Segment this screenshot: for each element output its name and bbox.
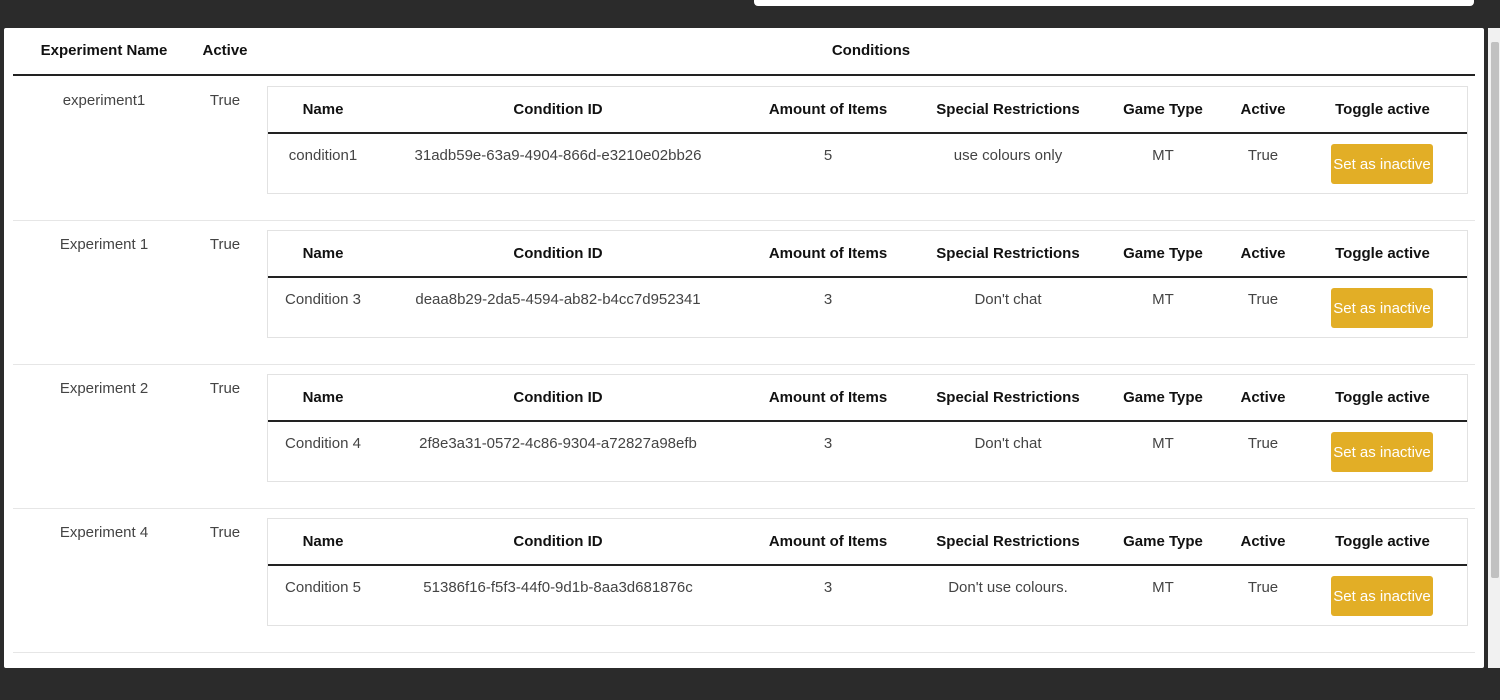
conditions-table-header: Name Condition ID Amount of Items Specia… bbox=[268, 375, 1467, 422]
col-toggle-active: Toggle active bbox=[1335, 245, 1430, 262]
col-special-restrictions: Special Restrictions bbox=[936, 389, 1080, 406]
experiment-active: True bbox=[209, 380, 241, 397]
col-condition-id: Condition ID bbox=[513, 389, 603, 406]
col-special-restrictions: Special Restrictions bbox=[936, 245, 1080, 262]
experiment-name: Experiment 4 bbox=[59, 524, 149, 541]
col-name: Name bbox=[302, 245, 344, 262]
col-game-type: Game Type bbox=[1123, 389, 1203, 406]
experiment-row: Experiment 1 True Name Condition ID Amou… bbox=[13, 220, 1475, 365]
condition-name: Condition 4 bbox=[285, 435, 361, 452]
col-amount-of-items: Amount of Items bbox=[768, 101, 888, 118]
condition-id: deaa8b29-2da5-4594-ab82-b4cc7d952341 bbox=[415, 291, 701, 308]
col-condition-id: Condition ID bbox=[513, 101, 603, 118]
set-inactive-button[interactable]: Set as inactive bbox=[1331, 288, 1433, 328]
experiment-active: True bbox=[209, 92, 241, 109]
col-amount-of-items: Amount of Items bbox=[768, 245, 888, 262]
condition-id: 31adb59e-63a9-4904-866d-e3210e02bb26 bbox=[414, 147, 702, 164]
col-name: Name bbox=[302, 389, 344, 406]
condition-restrictions: Don't chat bbox=[974, 435, 1042, 452]
col-toggle-active: Toggle active bbox=[1335, 101, 1430, 118]
col-active: Active bbox=[1240, 533, 1286, 550]
experiment-name: Experiment 2 bbox=[59, 380, 149, 397]
col-name: Name bbox=[302, 533, 344, 550]
conditions-table-header: Name Condition ID Amount of Items Specia… bbox=[268, 519, 1467, 566]
conditions-table: Name Condition ID Amount of Items Specia… bbox=[267, 230, 1468, 338]
col-name: Name bbox=[302, 101, 344, 118]
condition-game-type: MT bbox=[1152, 291, 1174, 308]
condition-id: 51386f16-f5f3-44f0-9d1b-8aa3d681876c bbox=[423, 579, 693, 596]
scrollbar[interactable] bbox=[1488, 28, 1500, 668]
experiment-row: Experiment 2 True Name Condition ID Amou… bbox=[13, 364, 1475, 509]
col-game-type: Game Type bbox=[1123, 245, 1203, 262]
header-conditions: Conditions bbox=[831, 42, 911, 59]
col-active: Active bbox=[1240, 245, 1286, 262]
condition-name: condition1 bbox=[288, 147, 358, 164]
condition-game-type: MT bbox=[1152, 579, 1174, 596]
condition-name: Condition 3 bbox=[285, 291, 361, 308]
condition-name: Condition 5 bbox=[285, 579, 361, 596]
col-game-type: Game Type bbox=[1123, 101, 1203, 118]
col-special-restrictions: Special Restrictions bbox=[936, 533, 1080, 550]
col-amount-of-items: Amount of Items bbox=[768, 389, 888, 406]
conditions-table: Name Condition ID Amount of Items Specia… bbox=[267, 86, 1468, 194]
condition-amount: 3 bbox=[823, 579, 833, 596]
condition-restrictions: use colours only bbox=[953, 147, 1063, 164]
header-active: Active bbox=[202, 42, 248, 59]
experiment-row: Experiment 4 True Name Condition ID Amou… bbox=[13, 508, 1475, 653]
experiment-name: Experiment 1 bbox=[59, 236, 149, 253]
col-active: Active bbox=[1240, 389, 1286, 406]
condition-restrictions: Don't use colours. bbox=[948, 579, 1068, 596]
condition-amount: 5 bbox=[823, 147, 833, 164]
experiment-active: True bbox=[209, 236, 241, 253]
set-inactive-button[interactable]: Set as inactive bbox=[1331, 432, 1433, 472]
col-special-restrictions: Special Restrictions bbox=[936, 101, 1080, 118]
col-game-type: Game Type bbox=[1123, 533, 1203, 550]
experiment-name: experiment1 bbox=[62, 92, 146, 109]
condition-amount: 3 bbox=[823, 291, 833, 308]
experiment-active: True bbox=[209, 524, 241, 541]
col-amount-of-items: Amount of Items bbox=[768, 533, 888, 550]
condition-game-type: MT bbox=[1152, 147, 1174, 164]
col-condition-id: Condition ID bbox=[513, 245, 603, 262]
conditions-table-header: Name Condition ID Amount of Items Specia… bbox=[268, 231, 1467, 278]
condition-id: 2f8e3a31-0572-4c86-9304-a72827a98efb bbox=[419, 435, 697, 452]
condition-active: True bbox=[1247, 435, 1279, 452]
condition-game-type: MT bbox=[1152, 435, 1174, 452]
experiment-row: experiment1 True Name Condition ID Amoun… bbox=[13, 76, 1475, 221]
search-input[interactable] bbox=[754, 0, 1474, 6]
condition-active: True bbox=[1247, 147, 1279, 164]
col-toggle-active: Toggle active bbox=[1335, 389, 1430, 406]
set-inactive-button[interactable]: Set as inactive bbox=[1331, 576, 1433, 616]
conditions-table: Name Condition ID Amount of Items Specia… bbox=[267, 374, 1468, 482]
set-inactive-button[interactable]: Set as inactive bbox=[1331, 144, 1433, 184]
condition-restrictions: Don't chat bbox=[974, 291, 1042, 308]
scrollbar-thumb[interactable] bbox=[1491, 42, 1499, 578]
condition-active: True bbox=[1247, 291, 1279, 308]
conditions-table-header: Name Condition ID Amount of Items Specia… bbox=[268, 87, 1467, 134]
col-toggle-active: Toggle active bbox=[1335, 533, 1430, 550]
col-active: Active bbox=[1240, 101, 1286, 118]
conditions-table: Name Condition ID Amount of Items Specia… bbox=[267, 518, 1468, 626]
condition-active: True bbox=[1247, 579, 1279, 596]
header-experiment-name: Experiment Name bbox=[40, 42, 168, 59]
condition-amount: 3 bbox=[823, 435, 833, 452]
experiments-panel: Experiment Name Active Conditions experi… bbox=[4, 28, 1484, 668]
col-condition-id: Condition ID bbox=[513, 533, 603, 550]
experiments-table-header: Experiment Name Active Conditions bbox=[13, 28, 1475, 76]
